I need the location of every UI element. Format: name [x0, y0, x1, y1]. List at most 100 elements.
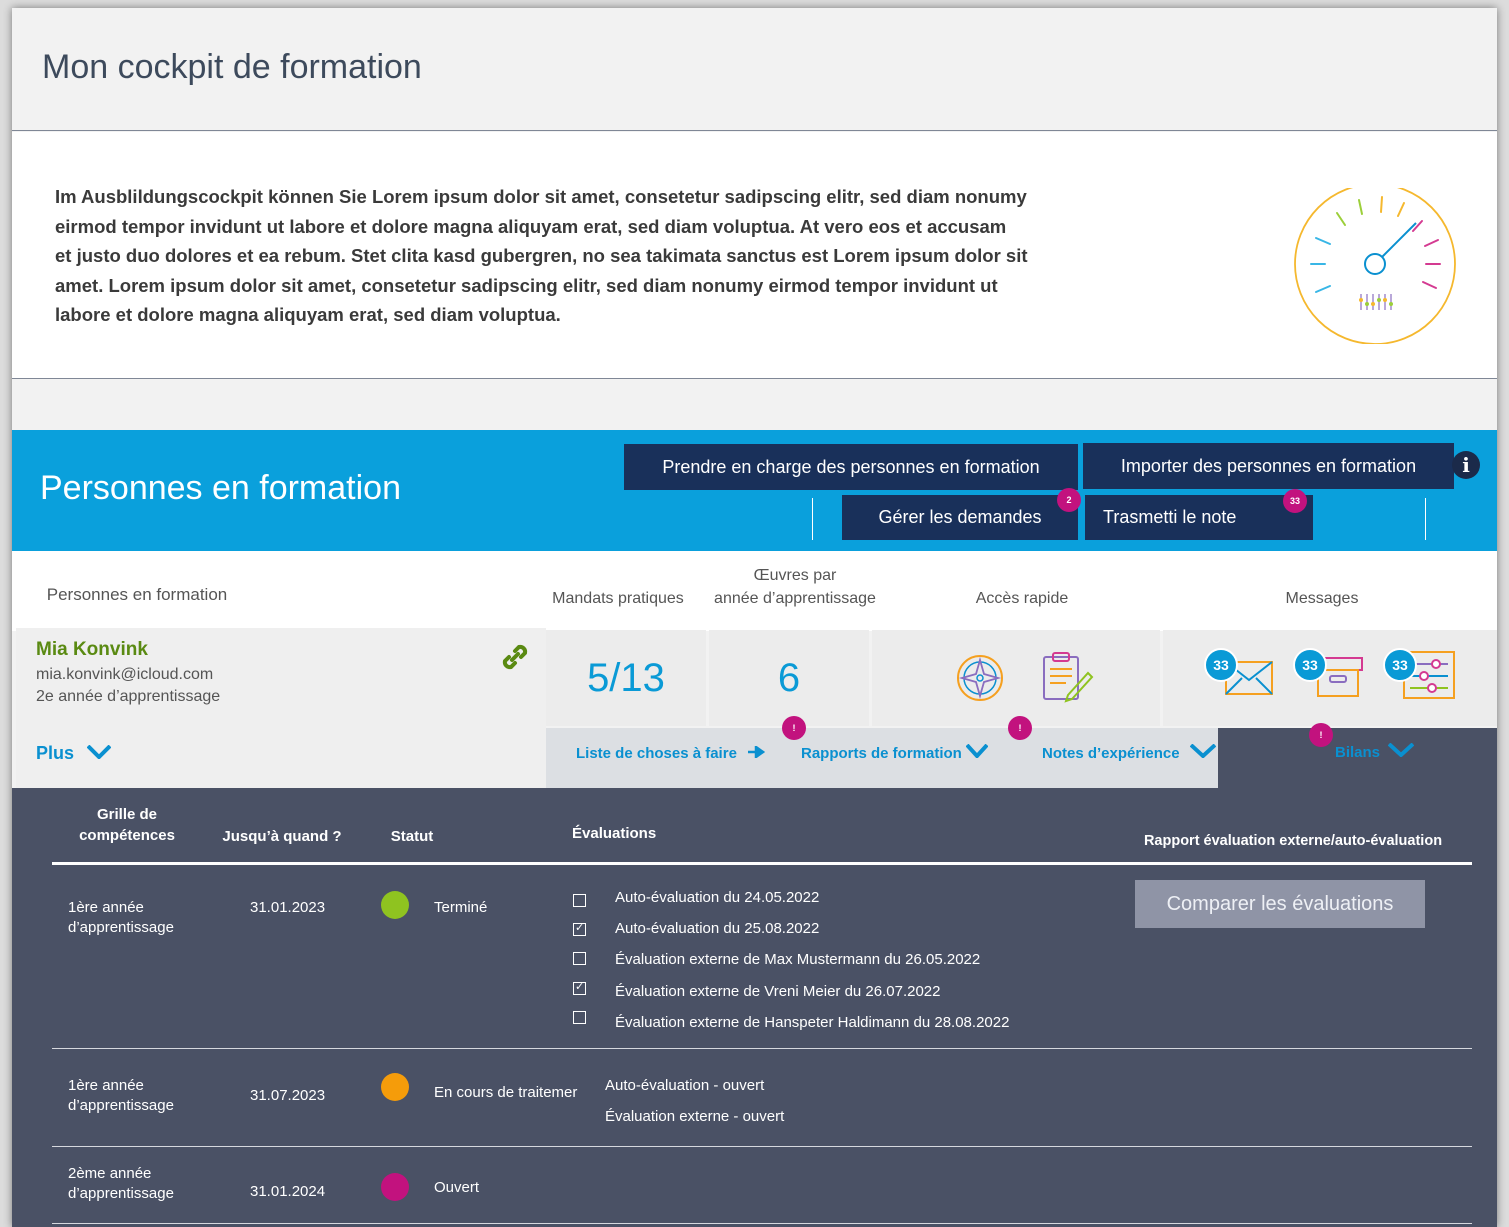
gauge-icon [1294, 188, 1456, 344]
evaluation-item[interactable]: Évaluation externe - ouvert [605, 1107, 784, 1127]
evaluations-panel [12, 788, 1497, 1227]
alert-badge: ! [1309, 723, 1333, 747]
row-grid: 1ère année d’apprentissage [68, 898, 174, 938]
row-grid-line: d’apprentissage [68, 1185, 174, 1202]
info-icon[interactable]: i [1452, 451, 1480, 479]
checkbox-icon[interactable]: ✓ [573, 982, 586, 995]
intro-line: amet. Lorem ipsum dolor sit amet, conset… [55, 274, 998, 296]
trainee-email: mia.konvink@icloud.com [36, 666, 214, 683]
page-title: Mon cockpit de formation [42, 48, 422, 86]
intro-text: Im Ausblildungscockpit können Sie Lorem … [55, 182, 1135, 330]
row-status: Ouvert [434, 1179, 480, 1196]
col-quick-access: Accès rapide [975, 590, 1069, 607]
alert-badge: ! [1008, 716, 1032, 740]
notification-badge: 2 [1057, 488, 1081, 512]
col-messages: Messages [1285, 590, 1359, 607]
row-status: Terminé [434, 899, 488, 916]
tab-todo[interactable]: Liste de choses à faire [576, 744, 766, 762]
mandates-count: 5/13 [587, 656, 665, 700]
compare-evaluations-button[interactable]: Comparer les évaluations [1135, 880, 1425, 928]
th-report: Rapport évaluation externe/auto-évaluati… [1143, 833, 1443, 849]
tab-notes[interactable]: Notes d’expérience [1042, 743, 1217, 762]
row-grid: 1ère année d’apprentissage [68, 1076, 174, 1116]
tab-bilans-label: Bilans [1335, 744, 1381, 761]
th-grid-line: compétences [79, 827, 175, 844]
row-grid-line: d’apprentissage [68, 919, 174, 936]
evaluation-item[interactable]: Évaluation externe de Hanspeter Haldiman… [615, 1013, 1009, 1033]
checkbox-icon[interactable] [573, 952, 586, 965]
row-divider [52, 1048, 1472, 1049]
row-date: 31.01.2023 [250, 899, 326, 916]
evaluation-item[interactable]: Évaluation externe de Max Mustermann du … [615, 950, 980, 970]
more-label: Plus [36, 743, 75, 763]
status-dot [381, 1073, 409, 1101]
chevron-down-icon [86, 744, 112, 760]
take-charge-button[interactable]: Prendre en charge des personnes en forma… [624, 444, 1078, 490]
row-divider [52, 1223, 1472, 1224]
trainee-name[interactable]: Mia Konvink [36, 639, 148, 661]
row-status: En cours de traitemer [434, 1084, 578, 1101]
th-grid-line: Grille de [96, 806, 158, 823]
evaluation-item[interactable]: Auto-évaluation du 24.05.2022 [615, 888, 819, 908]
tab-notes-label: Notes d’expérience [1042, 745, 1180, 762]
manage-requests-button[interactable]: Gérer les demandes [842, 495, 1078, 540]
link-icon[interactable] [499, 641, 531, 673]
table-header-divider [52, 862, 1472, 865]
status-dot [381, 891, 409, 919]
checkbox-icon[interactable] [573, 1011, 586, 1024]
divider [12, 378, 1497, 379]
separator [1425, 498, 1426, 540]
evaluation-item[interactable]: Auto-évaluation du 25.08.2022 [615, 919, 819, 939]
clipboard-icon[interactable] [1038, 651, 1094, 703]
app-frame: Mon cockpit de formation Im Ausblildungs… [12, 8, 1497, 1227]
alert-badge: ! [782, 716, 806, 740]
intro-line: eirmod tempor invidunt ut labore et dolo… [55, 215, 1007, 237]
row-grid-line: d’apprentissage [68, 1097, 174, 1114]
message-count-badge: 33 [1293, 648, 1327, 682]
row-date: 31.01.2024 [250, 1183, 326, 1200]
status-dot [381, 1173, 409, 1201]
arrow-right-icon [748, 744, 766, 760]
message-count-badge: 33 [1383, 648, 1417, 682]
col-works-line: année d’apprentissage [714, 590, 876, 607]
check-mark: ✓ [575, 922, 585, 934]
transmit-notes-button[interactable]: Trasmetti le note [1085, 495, 1313, 540]
tab-todo-label: Liste de choses à faire [576, 745, 737, 762]
separator [812, 498, 813, 540]
works-count: 6 [777, 656, 801, 700]
evaluation-item[interactable]: Auto-évaluation - ouvert [605, 1076, 764, 1096]
intro-line: labore et dolore magna aliquyam erat, se… [55, 304, 561, 325]
compass-icon[interactable] [954, 652, 1006, 704]
chevron-down-icon [1189, 743, 1217, 759]
row-date: 31.07.2023 [250, 1087, 326, 1104]
tab-bilans[interactable]: Bilans [1335, 742, 1415, 761]
check-mark: ✓ [575, 981, 585, 993]
col-mandates: Mandats pratiques [552, 590, 684, 607]
chevron-down-icon [965, 743, 989, 759]
checkbox-icon[interactable]: ✓ [573, 923, 586, 936]
chevron-down-icon [1387, 742, 1415, 758]
message-count-badge: 33 [1204, 648, 1238, 682]
col-works: Œuvres par année d’apprentissage [702, 564, 888, 610]
tab-trainees[interactable]: Personnes en formation [12, 583, 262, 606]
intro-line: Im Ausblildungscockpit können Sie Lorem … [55, 186, 1027, 207]
th-status: Statut [390, 828, 434, 845]
row-divider [52, 1146, 1472, 1147]
tab-reports[interactable]: Rapports de formation [801, 743, 989, 762]
row-grid: 2ème année d’apprentissage [68, 1164, 174, 1204]
intro-line: et justo duo dolores et ea rebum. Stet c… [55, 245, 1028, 266]
divider [12, 130, 1497, 131]
evaluation-item[interactable]: Évaluation externe de Vreni Meier du 26.… [615, 982, 941, 1002]
th-grid: Grille de compétences [64, 804, 190, 846]
row-grid-line: 1ère année [68, 899, 144, 916]
th-until: Jusqu’à quand ? [222, 828, 342, 845]
row-grid-line: 2ème année [68, 1165, 152, 1182]
notification-badge: 33 [1283, 489, 1307, 513]
tab-reports-label: Rapports de formation [801, 745, 962, 762]
quick-access-cell [872, 630, 1160, 726]
more-toggle[interactable]: Plus [36, 743, 112, 764]
checkbox-icon[interactable] [573, 894, 586, 907]
th-evaluations: Évaluations [572, 825, 657, 842]
import-button[interactable]: Importer des personnes en formation [1083, 443, 1454, 489]
row-grid-line: 1ère année [68, 1077, 144, 1094]
